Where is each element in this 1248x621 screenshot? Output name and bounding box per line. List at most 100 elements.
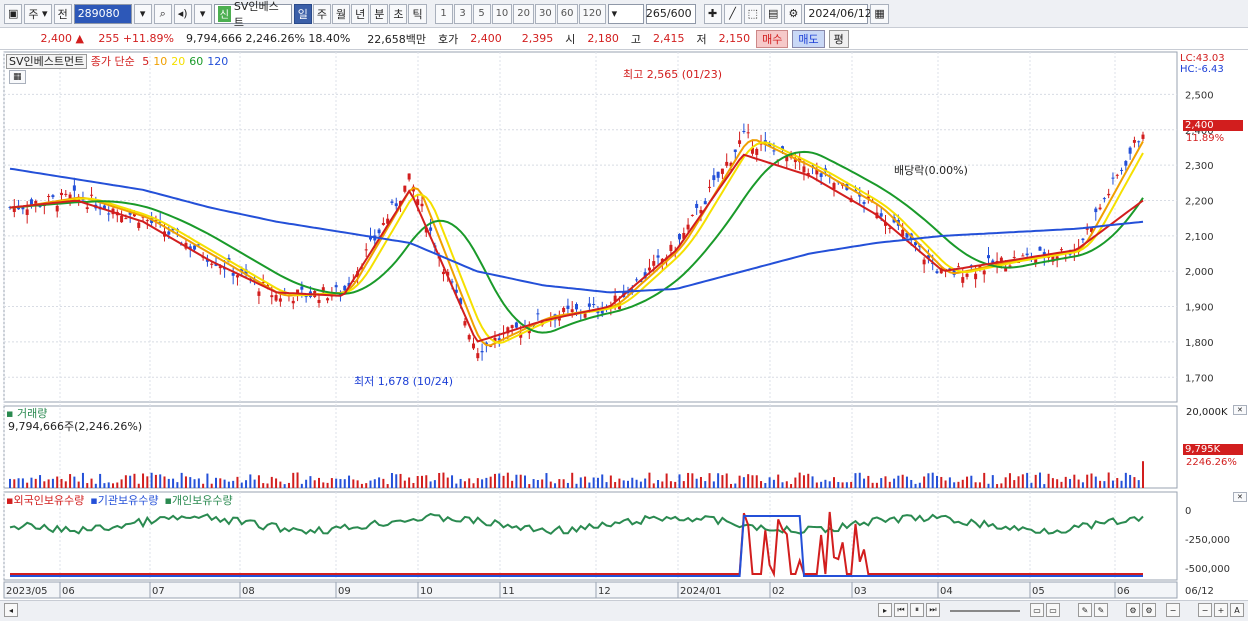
candle-body	[274, 295, 278, 301]
stock-name: SV인베스트	[233, 0, 279, 29]
fullscreen-icon[interactable]: ⬚	[743, 3, 762, 24]
volume-bar	[1107, 472, 1110, 488]
tool-icon-4[interactable]: ⚙	[1142, 603, 1156, 617]
candle-body	[536, 313, 540, 315]
interval-button-30[interactable]: 30	[535, 3, 556, 24]
eval-button[interactable]: 평	[828, 29, 849, 48]
draw-line-icon[interactable]: ╱	[723, 3, 742, 24]
quote-bar: 2,400 ▲ 255 +11.89% 9,794,666 2,246.26% …	[0, 28, 1248, 50]
volume-bar	[103, 483, 106, 488]
stock-name-field[interactable]: 신 SV인베스트	[213, 0, 292, 29]
volume-bar	[845, 482, 848, 488]
stock-code-input[interactable]: 289080	[73, 3, 132, 24]
volume-bar	[120, 479, 123, 488]
ma-legend-10: 10	[153, 55, 168, 68]
candle-body	[231, 273, 235, 276]
candle-body	[47, 195, 51, 197]
interval-button-1[interactable]: 1	[434, 3, 453, 24]
volume-bar	[682, 481, 685, 488]
period-tab-4[interactable]: 분	[370, 3, 389, 24]
tool-icon-1[interactable]: ✎	[1078, 603, 1092, 617]
interval-button-60[interactable]: 60	[556, 3, 578, 24]
market-select[interactable]: 주 ▾	[24, 3, 52, 24]
zoom-slider[interactable]	[950, 610, 1020, 612]
sell-button[interactable]: 매도	[792, 29, 825, 48]
layout-icon[interactable]: ▣	[4, 3, 23, 24]
interval-custom-input[interactable]: ▾	[607, 3, 644, 24]
save-icon[interactable]: ▤	[764, 3, 783, 24]
volume-bar	[416, 475, 419, 488]
volume-bar	[232, 480, 235, 488]
candle-body	[562, 307, 566, 313]
candle-body	[90, 194, 94, 196]
ma-legend-5: 5	[142, 55, 150, 68]
x-tick-label: 02	[772, 586, 785, 597]
period-tab-3[interactable]: 년	[351, 3, 370, 24]
volume-bar	[17, 478, 20, 488]
pause-icon[interactable]: ⏸	[910, 603, 924, 617]
zoom-area-icon[interactable]: ▭	[1046, 603, 1060, 617]
candle-body	[1008, 265, 1012, 267]
volume-bar	[326, 482, 329, 488]
scroll-right-icon[interactable]: ▸	[878, 603, 892, 617]
zoom-in-icon[interactable]: +	[1214, 603, 1228, 617]
table-icon[interactable]: ▦	[9, 70, 26, 84]
play-forward-icon[interactable]: ⏭	[926, 603, 940, 617]
scroll-left-icon[interactable]: ◂	[4, 603, 18, 617]
candle-body	[510, 325, 514, 329]
period-tab-1[interactable]: 주	[312, 3, 331, 24]
candle-body	[738, 140, 742, 144]
zoom-reset-icon[interactable]: −	[1198, 603, 1212, 617]
volume-bar	[802, 475, 805, 488]
volume-bar	[189, 477, 192, 488]
period-tab-2[interactable]: 월	[331, 3, 351, 24]
candle-body	[961, 277, 965, 283]
text-tool-icon[interactable]: A	[1230, 603, 1244, 617]
stock-title[interactable]: SV인베스트먼트	[6, 54, 88, 69]
play-back-icon[interactable]: ⏮	[894, 603, 908, 617]
volume-bar	[850, 481, 853, 488]
speaker-icon[interactable]: ◂)	[173, 3, 192, 24]
calendar-icon[interactable]: ▦	[870, 3, 889, 24]
interval-button-10[interactable]: 10	[491, 3, 513, 24]
chart-canvas[interactable]: 1,700 1,800 1,900 2,000 2,100 2,200 2,300 2,400…	[0, 50, 1248, 600]
period-tab-6[interactable]: 틱	[408, 3, 427, 24]
gear-icon[interactable]: ⚙	[784, 3, 803, 24]
candle-body	[270, 295, 274, 298]
interval-button-20[interactable]: 20	[513, 3, 535, 24]
zoom-fit-icon[interactable]: ▭	[1030, 603, 1044, 617]
volume-bar	[378, 477, 381, 488]
crosshair-icon[interactable]: ✚	[703, 3, 722, 24]
volume-bar	[888, 481, 891, 488]
interval-button-5[interactable]: 5	[472, 3, 491, 24]
search-icon[interactable]: ⌕	[153, 3, 172, 24]
volume-bar	[738, 475, 741, 488]
volume-bar	[455, 483, 458, 488]
bottom-scroll-bar[interactable]	[0, 600, 1248, 621]
volume-bar	[399, 473, 402, 488]
volume-bar	[253, 479, 256, 488]
volume-bar	[283, 484, 286, 488]
holdings-panel-close-icon[interactable]: ✕	[1233, 492, 1247, 502]
interval-button-3[interactable]: 3	[453, 3, 472, 24]
count-display[interactable]: 265/600	[645, 3, 696, 24]
period-tab-5[interactable]: 초	[389, 3, 408, 24]
code-dropdown-icon[interactable]: ▾	[133, 3, 152, 24]
tool-icon-2[interactable]: ✎	[1094, 603, 1108, 617]
volume-bar	[279, 481, 282, 488]
tool-icon-3[interactable]: ⚙	[1126, 603, 1140, 617]
volume-bar	[292, 472, 295, 488]
date-field[interactable]: 2024/06/12	[804, 3, 872, 24]
volume-bar	[747, 474, 750, 488]
volume-bar	[828, 481, 831, 488]
buy-button[interactable]: 매수	[756, 29, 789, 48]
period-tab-0[interactable]: 일	[293, 3, 312, 24]
interval-button-120[interactable]: 120	[578, 3, 606, 24]
volume-panel-close-icon[interactable]: ✕	[1233, 405, 1247, 415]
volume-bar	[1051, 478, 1054, 488]
prev-button[interactable]: 전	[53, 3, 72, 24]
zoom-out-icon[interactable]: −	[1166, 603, 1180, 617]
holdings-tick-label: -250,000	[1185, 535, 1230, 546]
candle-body	[1081, 238, 1085, 241]
speaker-dropdown-icon[interactable]: ▾	[193, 3, 212, 24]
